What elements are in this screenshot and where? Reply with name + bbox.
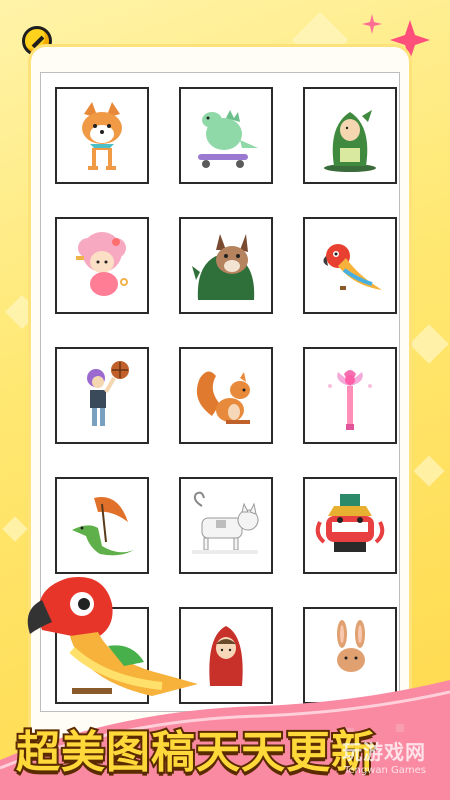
small-sparkle-icon bbox=[362, 14, 382, 34]
watermark: 玩游戏网 Tengwan Games bbox=[342, 736, 426, 776]
umbrella-crocodile-icon bbox=[72, 496, 134, 555]
shiba-dog-icon bbox=[82, 101, 122, 170]
artwork-tile-dino-skateboard[interactable] bbox=[179, 87, 273, 184]
artwork-tile-bulldog[interactable] bbox=[179, 217, 273, 314]
parrot-mascot-icon bbox=[27, 577, 198, 696]
pink-hair-girl-icon bbox=[76, 231, 128, 296]
parrot-icon bbox=[323, 243, 382, 290]
squirrel-icon bbox=[196, 370, 250, 424]
watermark-en: Tengwan Games bbox=[343, 765, 426, 776]
artwork-tile-lion-dance[interactable] bbox=[303, 477, 397, 574]
basketball-player-icon bbox=[87, 360, 129, 426]
artwork-tile-shiba[interactable] bbox=[55, 87, 149, 184]
artwork-tile-crocodile[interactable] bbox=[55, 477, 149, 574]
artwork-tile-pink-girl[interactable] bbox=[55, 217, 149, 314]
artwork-tile-dino-costume[interactable] bbox=[303, 87, 397, 184]
dinosaur-costume-icon bbox=[324, 109, 376, 172]
artwork-tile-squirrel[interactable] bbox=[179, 347, 273, 444]
white-cat-icon bbox=[192, 491, 259, 554]
watermark-cn: 玩游戏网 bbox=[342, 740, 426, 764]
artwork-tile-cat[interactable] bbox=[179, 477, 273, 574]
bulldog-dino-costume-icon bbox=[192, 233, 255, 300]
skateboard-dinosaur-icon bbox=[198, 109, 258, 168]
magic-wand-icon bbox=[328, 369, 372, 430]
artwork-tile-parrot[interactable] bbox=[303, 217, 397, 314]
artwork-tile-wand[interactable] bbox=[303, 347, 397, 444]
lion-dance-icon bbox=[315, 493, 385, 552]
artwork-tile-basketball[interactable] bbox=[55, 347, 149, 444]
